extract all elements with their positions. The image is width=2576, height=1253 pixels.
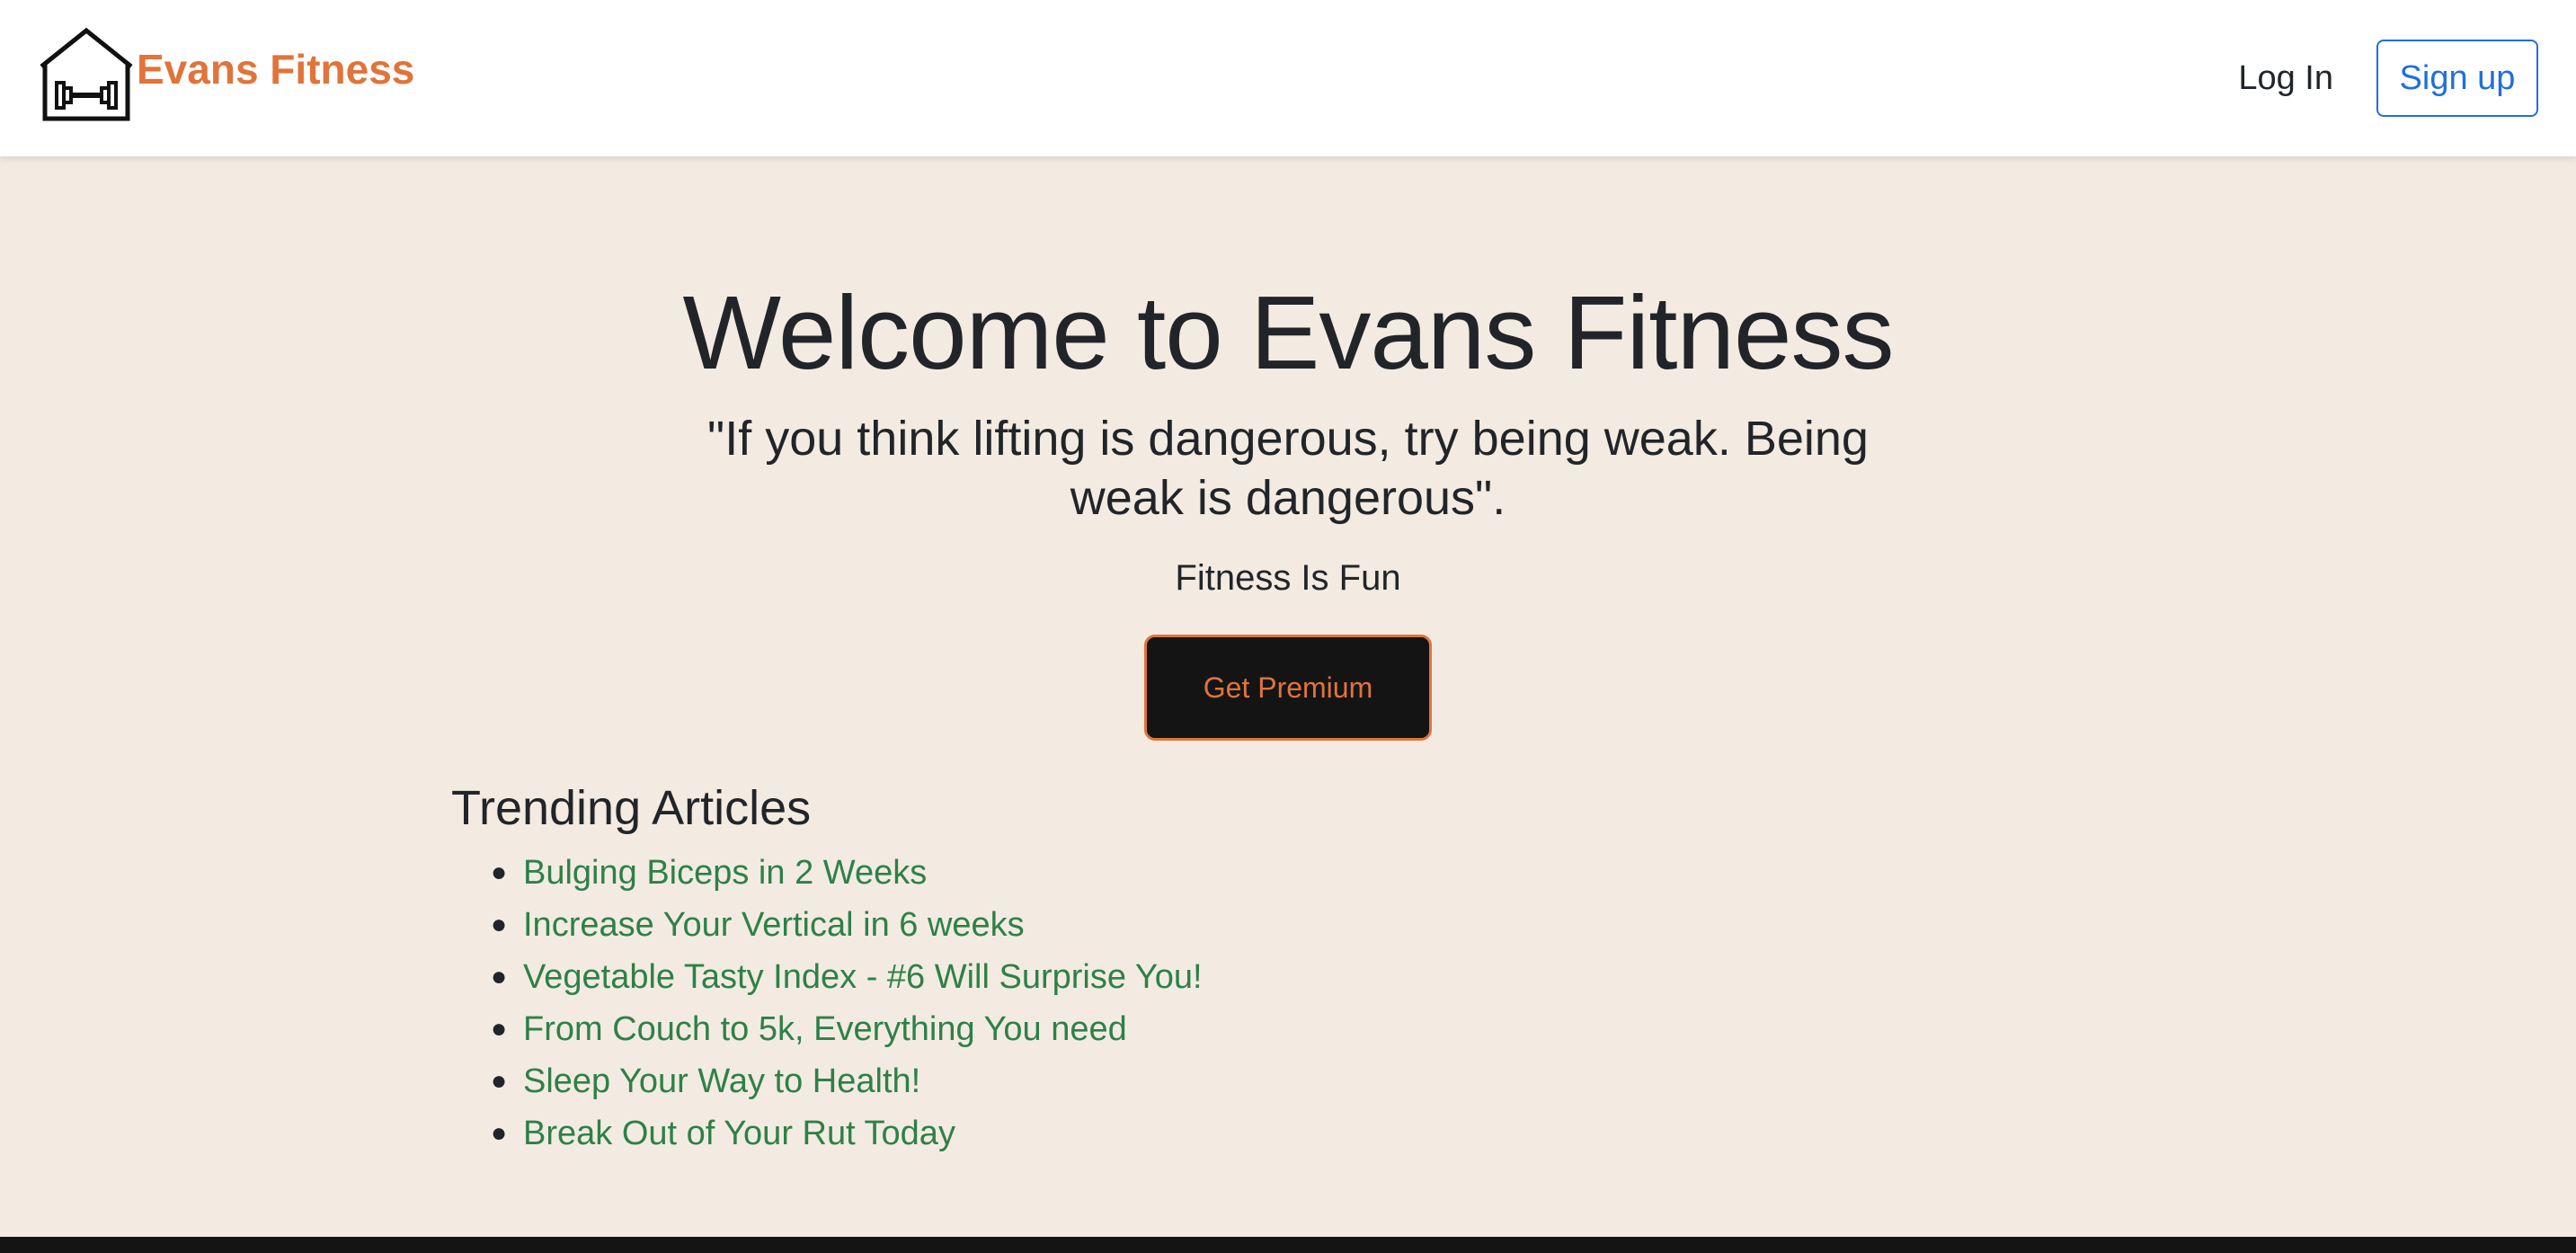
list-item: ● Increase Your Vertical in 6 weeks [491, 899, 1203, 951]
house-dumbbell-icon [40, 27, 133, 121]
article-link[interactable]: Increase Your Vertical in 6 weeks [523, 906, 1025, 944]
article-link[interactable]: Vegetable Tasty Index - #6 Will Surprise… [523, 958, 1203, 996]
page-title: Welcome to Evans Fitness [682, 274, 1894, 391]
bullet-icon: ● [491, 910, 508, 939]
hero-section: Welcome to Evans Fitness "If you think l… [0, 156, 2576, 742]
hero-quote: "If you think lifting is dangerous, try … [707, 412, 1869, 526]
list-item: ● Bulging Biceps in 2 Weeks [491, 847, 1203, 899]
nav-actions: Log In Sign up [2238, 40, 2538, 117]
trending-articles-title: Trending Articles [451, 781, 812, 835]
list-item: ● Sleep Your Way to Health! [491, 1055, 1203, 1107]
bullet-icon: ● [491, 1014, 508, 1044]
signup-button[interactable]: Sign up [2376, 40, 2538, 117]
bullet-icon: ● [491, 858, 508, 887]
bullet-icon: ● [491, 1066, 508, 1096]
list-item: ● Break Out of Your Rut Today [491, 1107, 1203, 1160]
list-item: ● From Couch to 5k, Everything You need [491, 1003, 1203, 1055]
brand-name: Evans Fitness [137, 46, 415, 93]
hero-tagline: Fitness Is Fun [1175, 558, 1401, 599]
top-navbar: Evans Fitness Log In Sign up [0, 0, 2576, 156]
trending-articles: Trending Articles ● Bulging Biceps in 2 W… [451, 780, 1203, 1160]
bullet-icon: ● [491, 1118, 508, 1148]
bullet-icon: ● [491, 962, 508, 991]
footer-bar [0, 1237, 2576, 1253]
articles-list: ● Bulging Biceps in 2 Weeks ● Increase You… [451, 847, 1203, 1160]
article-link[interactable]: Bulging Biceps in 2 Weeks [523, 854, 927, 892]
login-link[interactable]: Log In [2238, 59, 2333, 98]
article-link[interactable]: From Couch to 5k, Everything You need [523, 1010, 1127, 1048]
get-premium-button[interactable]: Get Premium [1144, 635, 1432, 742]
brand[interactable]: Evans Fitness [36, 25, 414, 124]
article-link[interactable]: Break Out of Your Rut Today [523, 1115, 955, 1152]
article-link[interactable]: Sleep Your Way to Health! [523, 1062, 920, 1100]
list-item: ● Vegetable Tasty Index - #6 Will Surpris… [491, 951, 1203, 1003]
